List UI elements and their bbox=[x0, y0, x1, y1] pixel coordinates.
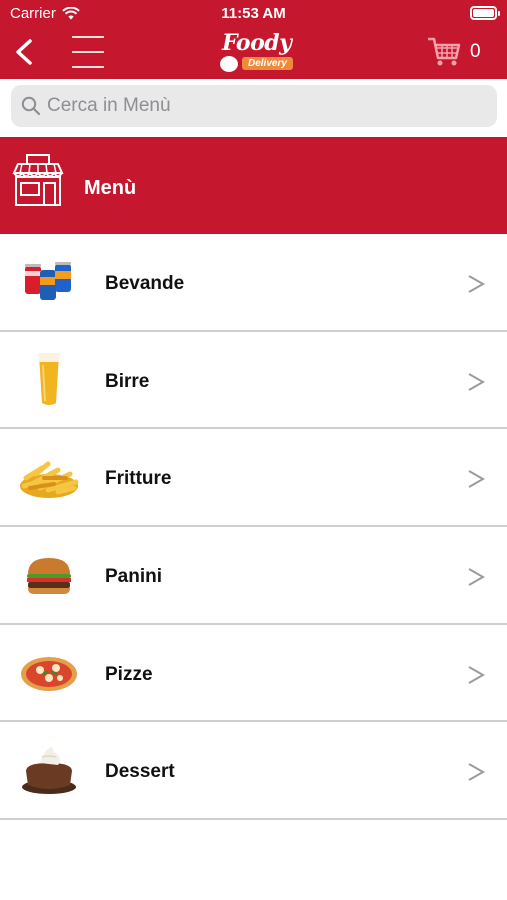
chevron-right-icon bbox=[468, 275, 486, 293]
top-bar: Carrier 11:53 AM Foody Delivery 0 bbox=[0, 0, 507, 79]
foody-logo: Foody Delivery bbox=[216, 30, 294, 76]
category-row-bevande[interactable]: Bevande bbox=[0, 234, 507, 332]
category-label: Pizze bbox=[105, 663, 153, 685]
menu-section-header: Menù bbox=[0, 137, 507, 234]
battery-icon bbox=[470, 6, 500, 20]
category-list: Bevande Birre Fritture Panini Pizze Dess… bbox=[0, 234, 507, 821]
burger-icon bbox=[27, 558, 71, 595]
chevron-right-icon bbox=[468, 665, 486, 684]
search-icon bbox=[21, 96, 41, 116]
navigation-bar: Foody Delivery 0 bbox=[0, 28, 507, 79]
scooter-icon bbox=[220, 56, 238, 72]
category-row-birre[interactable]: Birre bbox=[0, 331, 507, 430]
back-button[interactable] bbox=[10, 36, 42, 68]
beer-glass-icon bbox=[38, 352, 60, 405]
section-title: Menù bbox=[84, 177, 137, 199]
shopping-cart-icon bbox=[428, 37, 461, 66]
french-fries-icon bbox=[20, 461, 79, 499]
category-label: Bevande bbox=[105, 273, 185, 294]
cart-count: 0 bbox=[470, 41, 481, 62]
chevron-right-icon bbox=[468, 763, 486, 782]
app-screen: Carrier 11:53 AM Foody Delivery 0 Cerca … bbox=[0, 0, 507, 900]
cart-button[interactable] bbox=[426, 36, 462, 68]
chevron-left-icon bbox=[16, 39, 32, 65]
lava-cake-icon bbox=[22, 747, 76, 795]
chevron-right-icon bbox=[468, 470, 486, 489]
hamburger-menu-button[interactable] bbox=[72, 34, 104, 70]
logo-tagline: Delivery bbox=[242, 57, 293, 70]
pizza-icon bbox=[21, 656, 77, 691]
store-icon bbox=[12, 154, 64, 206]
category-label: Fritture bbox=[105, 468, 172, 490]
chevron-right-icon bbox=[468, 372, 486, 391]
chevron-right-icon bbox=[468, 568, 486, 586]
search-input[interactable] bbox=[47, 95, 467, 117]
status-bar: Carrier 11:53 AM bbox=[0, 0, 507, 28]
category-row-panini[interactable]: Panini bbox=[0, 527, 507, 625]
category-label: Panini bbox=[105, 566, 163, 588]
search-area bbox=[0, 79, 507, 135]
soda-cans-icon bbox=[25, 262, 71, 300]
category-label: Dessert bbox=[105, 761, 175, 783]
logo-wordmark: Foody bbox=[222, 30, 292, 56]
status-time: 11:53 AM bbox=[221, 5, 286, 22]
category-row-dessert[interactable]: Dessert bbox=[0, 722, 507, 821]
search-bar[interactable] bbox=[11, 85, 497, 127]
category-row-fritture[interactable]: Fritture bbox=[0, 429, 507, 528]
category-row-pizze[interactable]: Pizze bbox=[0, 624, 507, 723]
category-label: Birre bbox=[105, 370, 150, 392]
